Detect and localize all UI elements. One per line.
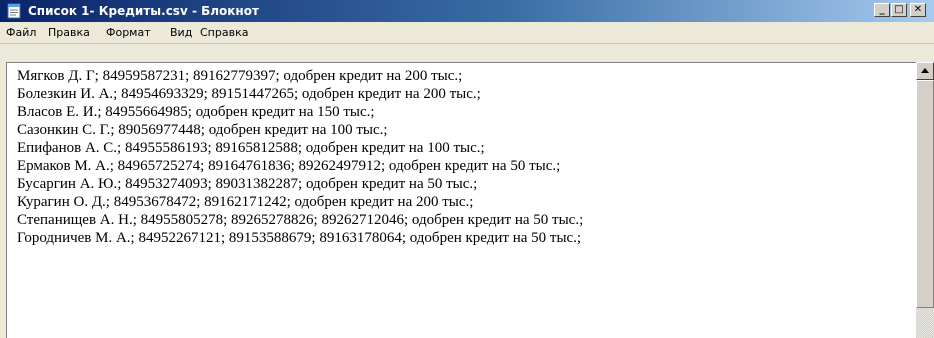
notepad-window: Список 1- Кредиты.csv - Блокнот _ □ ✕ Фа… (0, 0, 934, 338)
document-line: Степанищев А. Н.; 84955805278; 892652788… (17, 212, 584, 228)
scroll-up-button[interactable] (916, 62, 934, 80)
document-line: Власов Е. И.; 84955664985; одобрен креди… (17, 104, 375, 120)
close-button[interactable]: ✕ (910, 3, 926, 17)
vertical-scrollbar[interactable] (916, 62, 934, 338)
title-bar[interactable]: Список 1- Кредиты.csv - Блокнот _ □ ✕ (0, 0, 934, 22)
document-line: Болезкин И. А.; 84954693329; 89151447265… (17, 86, 481, 102)
notepad-icon (7, 3, 21, 19)
scrollbar-thumb[interactable] (916, 80, 934, 308)
document-line: Епифанов А. С.; 84955586193; 89165812588… (17, 140, 485, 156)
menu-file[interactable]: Файл (6, 26, 36, 40)
minimize-button[interactable]: _ (874, 3, 890, 17)
maximize-button[interactable]: □ (891, 3, 907, 17)
menu-help[interactable]: Справка (200, 26, 248, 40)
document-line: Городничев М. А.; 84952267121; 891535886… (17, 230, 582, 246)
menu-bar: Файл Правка Формат Вид Справка (0, 22, 934, 44)
document-line: Сазонкин С. Г.; 89056977448; одобрен кре… (17, 122, 388, 138)
window-title: Список 1- Кредиты.csv - Блокнот (28, 4, 259, 18)
document-line: Ермаков М. А.; 84965725274; 89164761836;… (17, 158, 561, 174)
menu-edit[interactable]: Правка (48, 26, 90, 40)
document-line: Мягков Д. Г; 84959587231; 89162779397; о… (17, 68, 463, 84)
text-editor-area[interactable]: Мягков Д. Г; 84959587231; 89162779397; о… (6, 62, 916, 338)
menu-format[interactable]: Формат (106, 26, 151, 40)
document-lines: Мягков Д. Г; 84959587231; 89162779397; о… (17, 67, 583, 247)
up-arrow-icon (921, 68, 929, 73)
document-line: Курагин О. Д.; 84953678472; 89162171242;… (17, 194, 474, 210)
document-line: Бусаргин А. Ю.; 84953274093; 89031382287… (17, 176, 478, 192)
menu-view[interactable]: Вид (170, 26, 192, 40)
